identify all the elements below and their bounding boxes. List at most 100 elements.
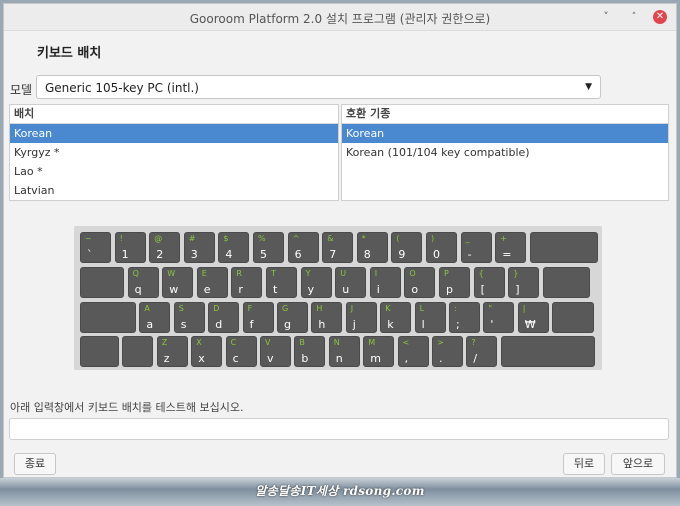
key-base-label: 0 bbox=[433, 248, 440, 261]
window-title: Gooroom Platform 2.0 설치 프로그램 (관리자 권한으로) bbox=[189, 12, 491, 26]
key-base-label: 4 bbox=[225, 248, 233, 261]
keyboard-key: Ee bbox=[196, 267, 228, 298]
page-title: 키보드 배치 bbox=[37, 46, 102, 61]
key-shift-label: G bbox=[282, 304, 289, 313]
model-label: 모델 bbox=[10, 83, 33, 97]
key-base-label: l bbox=[421, 318, 425, 331]
key-base-label: u bbox=[342, 283, 350, 296]
keyboard-key: Hh bbox=[311, 302, 343, 333]
keyboard-key: % 5 bbox=[253, 232, 284, 263]
keyboard-key: ^ 6 bbox=[287, 232, 319, 263]
key-shift-label: & bbox=[327, 234, 334, 243]
key-base-label: p bbox=[446, 283, 453, 296]
key-base-label: h bbox=[318, 318, 326, 331]
key-shift-label: T bbox=[271, 269, 276, 278]
variant-list-header: 호환 기종 bbox=[342, 105, 668, 124]
key-shift-label: + bbox=[500, 234, 507, 243]
keyboard-key: Rr bbox=[231, 267, 263, 298]
key-shift-label: H bbox=[316, 304, 323, 313]
keyboard-key: | ₩ bbox=[517, 302, 549, 333]
key-base-label: ` bbox=[87, 248, 93, 261]
keyboard-key: <, bbox=[397, 336, 429, 367]
keyboard-key: (9 bbox=[391, 232, 423, 263]
key-base-label: f bbox=[249, 318, 254, 331]
maximize-icon[interactable]: ˄ bbox=[626, 9, 642, 25]
next-button[interactable]: 앞으로 bbox=[611, 453, 665, 475]
key-shift-label: B bbox=[299, 338, 305, 347]
key-base-label: [ bbox=[480, 283, 485, 296]
key-shift-label: " bbox=[488, 304, 493, 313]
keyboard-key: Oo bbox=[404, 267, 436, 298]
keyboard-key: Bb bbox=[294, 336, 326, 367]
list-item[interactable]: Latvian bbox=[10, 181, 338, 200]
key-base-label: m bbox=[370, 352, 381, 365]
list-item[interactable]: Lao * bbox=[10, 162, 338, 181]
keyboard-key: + = bbox=[495, 232, 527, 263]
key-base-label: c bbox=[232, 352, 239, 365]
key-shift-label: Z bbox=[161, 338, 168, 347]
key-base-label: z bbox=[163, 352, 170, 365]
key-base-label: = bbox=[502, 248, 512, 261]
key-shift-label: Y bbox=[305, 269, 311, 278]
key-base-label: . bbox=[439, 352, 443, 365]
key-shift-label: E bbox=[201, 269, 207, 278]
layout-list[interactable]: 배치 Korean Kyrgyz * Lao * Latvian bbox=[9, 104, 339, 201]
key-shift-label: R bbox=[236, 269, 242, 278]
key-shift-label: ( bbox=[396, 234, 400, 243]
key-base-label: 2 bbox=[156, 248, 164, 261]
list-item[interactable]: Korean bbox=[342, 124, 668, 143]
key-base-label: e bbox=[203, 283, 211, 296]
key-shift-label: ! bbox=[119, 234, 123, 243]
variant-list[interactable]: 호환 기종 Korean Korean (101/104 key compatib… bbox=[341, 104, 669, 201]
keyboard-key: Mm bbox=[363, 336, 395, 367]
key-shift-label: $ bbox=[223, 234, 229, 243]
key-shift-label: D bbox=[213, 304, 220, 313]
key-shift-label: V bbox=[265, 338, 271, 347]
keyboard-key: Cc bbox=[225, 336, 257, 367]
keyboard-key: ? / bbox=[466, 336, 498, 367]
key-base-label: 5 bbox=[260, 248, 267, 261]
keyboard-key: Jj bbox=[345, 302, 377, 333]
keyboard-key: Ss bbox=[173, 302, 205, 333]
key-shift-label: J bbox=[350, 304, 354, 313]
keyboard-test-input[interactable] bbox=[9, 418, 669, 440]
keyboard-key: @2 bbox=[149, 232, 181, 263]
list-item[interactable]: Korean (101/104 key compatible) bbox=[342, 143, 668, 162]
keyboard-key: :; bbox=[449, 302, 480, 333]
close-icon[interactable]: ✕ bbox=[653, 10, 667, 24]
keyboard-key: ~ ` bbox=[80, 232, 111, 263]
installer-window: Gooroom Platform 2.0 설치 프로그램 (관리자 권한으로) … bbox=[3, 3, 677, 478]
list-item[interactable]: Kyrgyz * bbox=[10, 143, 338, 162]
key-base-label: g bbox=[284, 318, 291, 331]
keyboard-key: Aa bbox=[139, 302, 171, 333]
key-shift-label: ^ bbox=[292, 234, 300, 243]
key-base-label: w bbox=[169, 283, 179, 296]
minimize-icon[interactable]: ˅ bbox=[598, 9, 614, 25]
keyboard-key: Ff bbox=[242, 302, 274, 333]
list-item[interactable]: Korean bbox=[10, 124, 338, 143]
keyboard-key bbox=[80, 267, 124, 298]
back-button[interactable]: 뒤로 bbox=[563, 453, 605, 475]
key-shift-label: ~ bbox=[85, 234, 92, 243]
keyboard-key: Tt bbox=[266, 267, 297, 298]
keyboard-key: Nn bbox=[328, 336, 360, 367]
test-prompt: 아래 입력창에서 키보드 배치를 테스트해 보십시오. bbox=[10, 401, 244, 414]
keyboard-key bbox=[542, 267, 590, 298]
title-bar: Gooroom Platform 2.0 설치 프로그램 (관리자 권한으로) … bbox=[4, 4, 676, 31]
keyboard-key: Xx bbox=[191, 336, 223, 367]
model-dropdown[interactable]: Generic 105-key PC (intl.) ▼ bbox=[36, 75, 601, 99]
key-base-label: 1 bbox=[121, 248, 129, 261]
keyboard-key: {[ bbox=[473, 267, 505, 298]
key-base-label: ₩ bbox=[524, 318, 536, 331]
keyboard-key bbox=[80, 336, 119, 367]
keyboard-key: Ii bbox=[369, 267, 401, 298]
keyboard-key: ) 0 bbox=[426, 232, 457, 263]
key-base-label: k bbox=[387, 318, 394, 331]
quit-button[interactable]: 종료 bbox=[14, 453, 56, 475]
key-base-label: 8 bbox=[363, 248, 371, 261]
key-base-label: 3 bbox=[190, 248, 198, 261]
key-shift-label: | bbox=[522, 304, 526, 313]
key-base-label: ' bbox=[490, 318, 494, 331]
key-base-label: i bbox=[376, 283, 380, 296]
key-shift-label: P bbox=[444, 269, 449, 278]
